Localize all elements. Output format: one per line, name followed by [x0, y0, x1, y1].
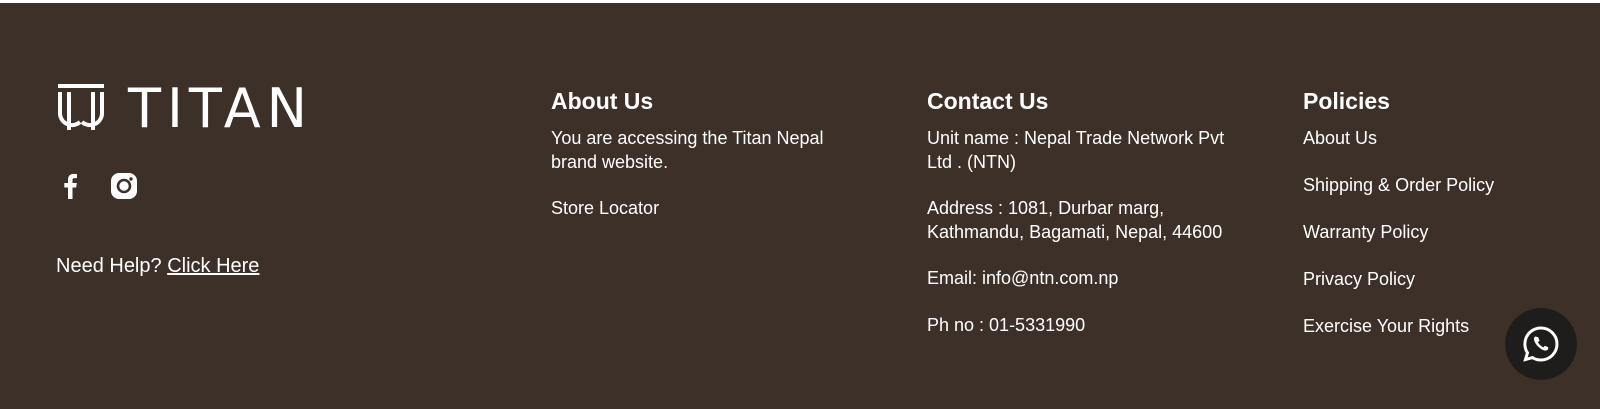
- contact-us-section: Contact Us Unit name : Nepal Trade Netwo…: [927, 87, 1247, 337]
- whatsapp-icon: [1523, 326, 1559, 362]
- contact-phone[interactable]: Ph no : 01-5331990: [927, 314, 1247, 338]
- instagram-icon: [111, 173, 137, 199]
- facebook-link[interactable]: [56, 171, 84, 201]
- instagram-link[interactable]: [110, 171, 138, 201]
- click-here-link[interactable]: Click Here: [167, 255, 259, 277]
- policy-link-warranty[interactable]: Warranty Policy: [1303, 221, 1583, 244]
- contact-address: Address : 1081, Durbar marg, Kathmandu, …: [927, 198, 1223, 242]
- contact-email[interactable]: Email: info@ntn.com.np: [927, 267, 1247, 291]
- about-us-section: About Us You are accessing the Titan Nep…: [551, 87, 851, 221]
- policy-link-shipping-order[interactable]: Shipping & Order Policy: [1303, 174, 1583, 197]
- contact-us-heading: Contact Us: [927, 88, 1049, 114]
- about-us-text: You are accessing the Titan Nepal brand …: [551, 128, 824, 172]
- policy-link-privacy[interactable]: Privacy Policy: [1303, 268, 1583, 291]
- facebook-icon: [64, 173, 77, 199]
- contact-unit-name: Unit name : Nepal Trade Network Pvt Ltd …: [927, 128, 1225, 172]
- titan-logo[interactable]: TITAN: [56, 77, 314, 140]
- store-locator-link[interactable]: Store Locator: [551, 197, 851, 221]
- brand-name: TITAN: [128, 77, 314, 140]
- site-footer: TITAN Need Help? Click Here About Us You…: [0, 3, 1600, 409]
- whatsapp-chat-button[interactable]: [1505, 308, 1577, 380]
- policies-heading: Policies: [1303, 88, 1390, 114]
- policy-link-about-us[interactable]: About Us: [1303, 127, 1583, 150]
- titan-monogram-icon: [57, 84, 105, 130]
- need-help: Need Help? Click Here: [56, 253, 259, 279]
- need-help-label: Need Help?: [56, 255, 162, 277]
- social-links: [56, 171, 138, 201]
- about-us-heading: About Us: [551, 88, 654, 114]
